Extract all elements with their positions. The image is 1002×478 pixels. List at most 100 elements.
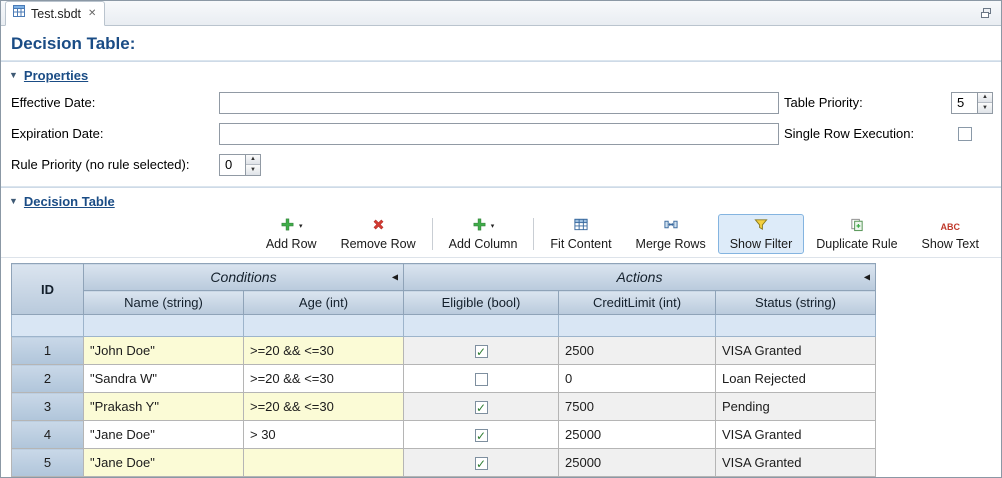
remove-row-button[interactable]: Remove Row [329, 214, 428, 254]
spinner-down-icon[interactable]: ▼ [978, 103, 992, 113]
remove-icon [371, 217, 386, 237]
filter-cell-creditlimit[interactable] [559, 315, 716, 337]
spinner-down-icon[interactable]: ▼ [246, 165, 260, 175]
rule-priority-label: Rule Priority (no rule selected): [11, 157, 219, 172]
credit-limit-cell[interactable]: 0 [559, 365, 716, 393]
name-cell[interactable]: "John Doe" [84, 337, 244, 365]
credit-limit-cell[interactable]: 7500 [559, 393, 716, 421]
single-row-execution-label: Single Row Execution: [779, 126, 951, 141]
actions-group-header[interactable]: Actions ◀ [404, 264, 876, 291]
age-cell[interactable]: > 30 [244, 421, 404, 449]
add-column-button[interactable]: ▾ Add Column [437, 214, 530, 254]
tab-close-icon[interactable]: ✕ [88, 9, 96, 19]
effective-date-input[interactable] [219, 92, 779, 114]
id-column-header[interactable]: ID [12, 264, 84, 315]
table-priority-spinner[interactable]: 5 ▲ ▼ [951, 92, 993, 114]
properties-form: Effective Date: Table Priority: 5 ▲ ▼ Ex… [1, 87, 1001, 186]
collapse-actions-icon[interactable]: ◀ [864, 273, 870, 282]
spinner-buttons: ▲ ▼ [977, 93, 992, 113]
single-row-execution-checkbox[interactable] [958, 127, 972, 141]
decision-table-row: 5"Jane Doe" ✓ 25000VISA Granted [12, 449, 876, 477]
duplicate-rule-button[interactable]: Duplicate Rule [804, 214, 909, 254]
column-header-eligible[interactable]: Eligible (bool) [404, 291, 559, 315]
spinner-buttons: ▲ ▼ [245, 155, 260, 175]
checkbox-checked-icon[interactable]: ✓ [475, 429, 488, 442]
credit-limit-cell[interactable]: 25000 [559, 449, 716, 477]
filter-cell-name[interactable] [84, 315, 244, 337]
effective-date-label: Effective Date: [11, 95, 219, 110]
decision-table-row: 4"Jane Doe"> 30 ✓ 25000VISA Granted [12, 421, 876, 449]
actions-group-label: Actions [617, 269, 663, 285]
column-header-name[interactable]: Name (string) [84, 291, 244, 315]
column-header-creditlimit[interactable]: CreditLimit (int) [559, 291, 716, 315]
column-header-age[interactable]: Age (int) [244, 291, 404, 315]
row-id-cell[interactable]: 5 [12, 449, 84, 477]
name-cell[interactable]: "Jane Doe" [84, 449, 244, 477]
name-cell[interactable]: "Sandra W" [84, 365, 244, 393]
rule-priority-value[interactable]: 0 [220, 155, 245, 175]
eligible-cell[interactable]: ✓ [404, 337, 559, 365]
credit-limit-cell[interactable]: 2500 [559, 337, 716, 365]
filter-cell-age[interactable] [244, 315, 404, 337]
table-priority-value[interactable]: 5 [952, 93, 977, 113]
row-id-cell[interactable]: 1 [12, 337, 84, 365]
age-cell[interactable]: >=20 && <=30 [244, 337, 404, 365]
status-cell[interactable]: VISA Granted [716, 421, 876, 449]
filter-cell-eligible[interactable] [404, 315, 559, 337]
conditions-group-header[interactable]: Conditions ◀ [84, 264, 404, 291]
duplicate-rule-icon [849, 217, 865, 237]
merge-rows-icon [663, 217, 679, 237]
name-cell[interactable]: "Prakash Y" [84, 393, 244, 421]
conditions-group-label: Conditions [210, 269, 276, 285]
show-filter-button[interactable]: Show Filter [718, 214, 805, 254]
row-id-cell[interactable]: 4 [12, 421, 84, 449]
rule-priority-spinner[interactable]: 0 ▲ ▼ [219, 154, 261, 176]
checkbox-unchecked-icon[interactable] [475, 373, 488, 386]
fit-content-button[interactable]: Fit Content [538, 214, 623, 254]
decision-table-section-header[interactable]: ▼ Decision Table [1, 188, 1001, 213]
status-cell[interactable]: Loan Rejected [716, 365, 876, 393]
spinner-up-icon[interactable]: ▲ [978, 93, 992, 104]
eligible-cell[interactable]: ✓ [404, 393, 559, 421]
spinner-up-icon[interactable]: ▲ [246, 155, 260, 166]
checkbox-checked-icon[interactable]: ✓ [475, 401, 488, 414]
expiration-date-label: Expiration Date: [11, 126, 219, 141]
decision-table-row: 2"Sandra W">=20 && <=30 0Loan Rejected [12, 365, 876, 393]
tab-test-sbdt[interactable]: Test.sbdt ✕ [5, 1, 105, 26]
collapse-conditions-icon[interactable]: ◀ [392, 273, 398, 282]
decision-table-file-icon [12, 4, 26, 23]
status-cell[interactable]: VISA Granted [716, 449, 876, 477]
abc-text-icon: ABC [941, 222, 961, 232]
checkbox-checked-icon[interactable]: ✓ [475, 345, 488, 358]
collapse-arrow-icon[interactable]: ▼ [9, 197, 18, 206]
column-header-status[interactable]: Status (string) [716, 291, 876, 315]
collapse-arrow-icon[interactable]: ▼ [9, 71, 18, 80]
filter-cell-id[interactable] [12, 315, 84, 337]
credit-limit-cell[interactable]: 25000 [559, 421, 716, 449]
age-cell[interactable] [244, 449, 404, 477]
name-cell[interactable]: "Jane Doe" [84, 421, 244, 449]
status-cell[interactable]: Pending [716, 393, 876, 421]
add-row-button[interactable]: ▾ Add Row [254, 214, 329, 254]
fit-content-icon [573, 217, 589, 237]
restore-view-icon[interactable] [979, 6, 993, 20]
add-column-menu-caret-icon[interactable]: ▾ [491, 223, 495, 230]
age-cell[interactable]: >=20 && <=30 [244, 393, 404, 421]
tab-title: Test.sbdt [31, 7, 81, 21]
filter-cell-status[interactable] [716, 315, 876, 337]
merge-rows-button[interactable]: Merge Rows [624, 214, 718, 254]
row-id-cell[interactable]: 3 [12, 393, 84, 421]
add-row-menu-caret-icon[interactable]: ▾ [299, 223, 303, 230]
decision-table-row: 1"John Doe">=20 && <=30 ✓ 2500VISA Granted [12, 337, 876, 365]
editor-tab-bar: Test.sbdt ✕ [1, 1, 1001, 26]
eligible-cell[interactable] [404, 365, 559, 393]
age-cell[interactable]: >=20 && <=30 [244, 365, 404, 393]
expiration-date-input[interactable] [219, 123, 779, 145]
status-cell[interactable]: VISA Granted [716, 337, 876, 365]
show-text-button[interactable]: ABC Show Text [910, 214, 991, 254]
checkbox-checked-icon[interactable]: ✓ [475, 457, 488, 470]
row-id-cell[interactable]: 2 [12, 365, 84, 393]
eligible-cell[interactable]: ✓ [404, 421, 559, 449]
properties-section-header[interactable]: ▼ Properties [1, 62, 1001, 87]
eligible-cell[interactable]: ✓ [404, 449, 559, 477]
